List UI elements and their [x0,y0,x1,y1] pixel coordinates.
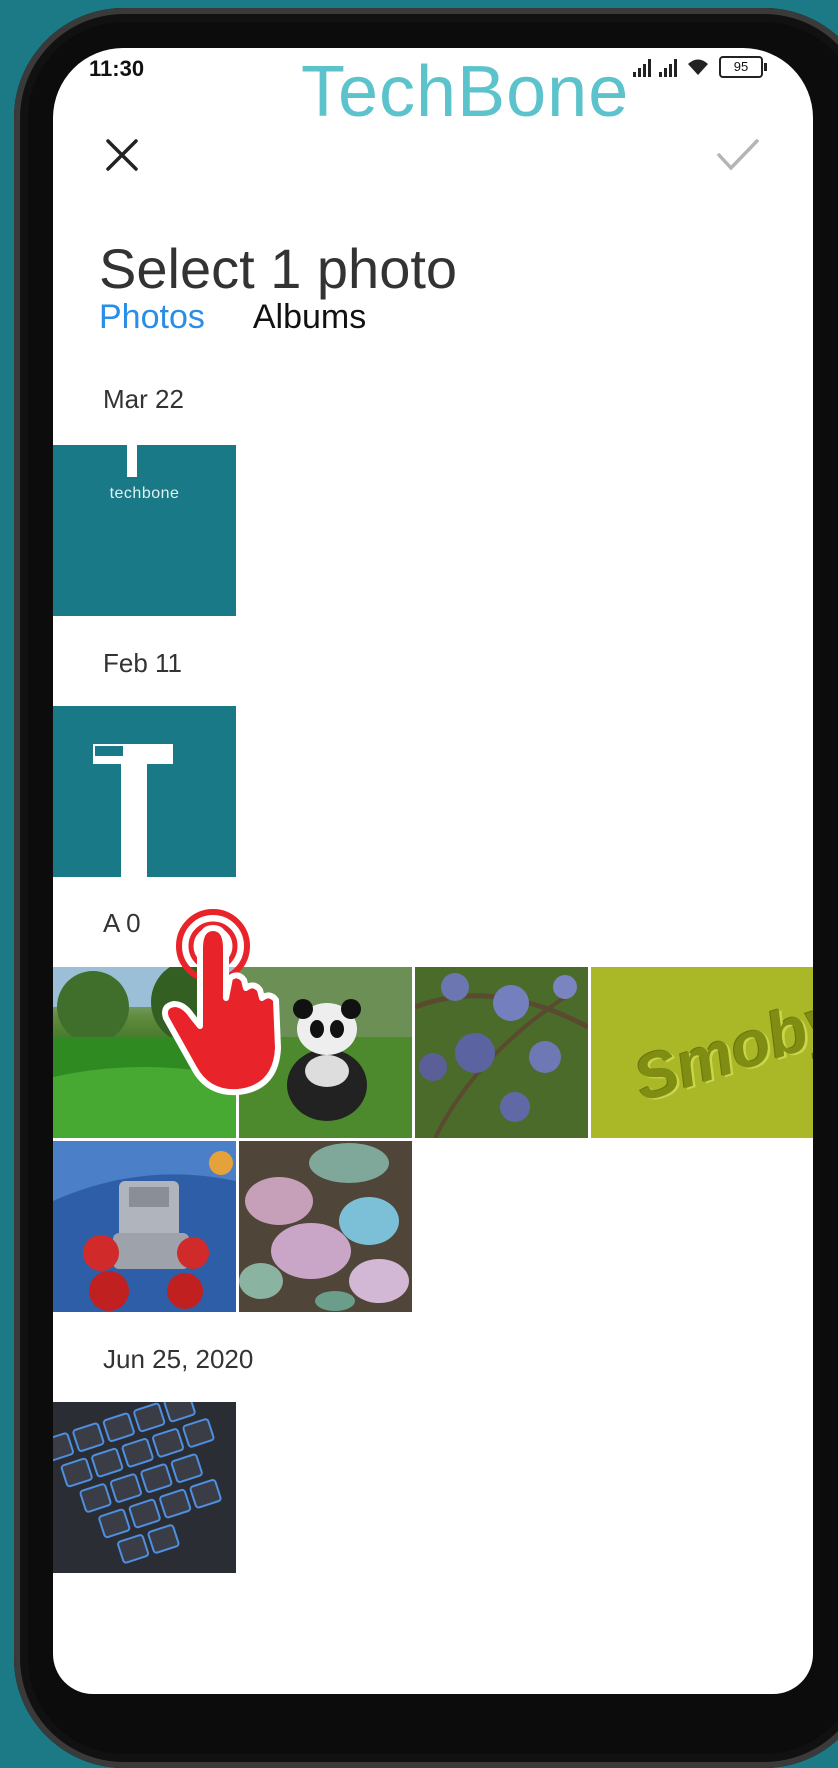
signal-icon [633,57,651,77]
logo-t-shape [121,744,147,877]
signal-icon [659,57,677,77]
plums-photo [415,967,588,1138]
photo-thumbnail[interactable] [239,1141,412,1312]
tab-photos[interactable]: Photos [99,298,205,337]
keyboard-photo [53,1402,236,1573]
logo-bar [127,445,137,477]
photo-thumbnail[interactable] [415,967,588,1138]
battery-icon: 95 [719,56,767,78]
grass-photo [53,967,236,1138]
section-date: Jun 25, 2020 [103,1344,254,1374]
tab-albums[interactable]: Albums [253,298,366,337]
close-icon [106,139,138,171]
wifi-icon [685,57,711,77]
confirm-button[interactable] [711,128,765,182]
photo-thumbnail[interactable] [53,1402,236,1573]
tab-bar: Photos Albums [99,298,366,337]
photo-thumbnail[interactable] [53,1141,236,1312]
panda-photo [239,967,412,1138]
photo-picker-screen: 11:30 95 TechBone Select 1 photo Photos … [53,48,813,1694]
section-date: Mar 22 [103,384,184,414]
toy-car-photo [53,1141,236,1312]
photo-thumbnail[interactable] [53,706,236,877]
close-button[interactable] [95,128,149,182]
photo-thumbnail[interactable] [239,967,412,1138]
photo-thumbnail[interactable]: techbone [53,445,236,616]
smoby-text: Smoby [625,980,813,1116]
photo-thumbnail[interactable] [53,967,236,1138]
logo-text: techbone [109,485,180,502]
watermark-logo: TechBone [301,52,630,132]
stones-photo [239,1141,412,1312]
status-time: 11:30 [89,56,145,81]
status-icons: 95 [633,56,767,78]
section-date: A 0 [103,908,141,938]
section-date: Feb 11 [103,648,183,678]
check-icon [717,139,759,171]
photo-thumbnail[interactable]: Smoby [591,967,813,1138]
page-title: Select 1 photo [99,236,458,300]
logo-t-shape [93,744,125,758]
